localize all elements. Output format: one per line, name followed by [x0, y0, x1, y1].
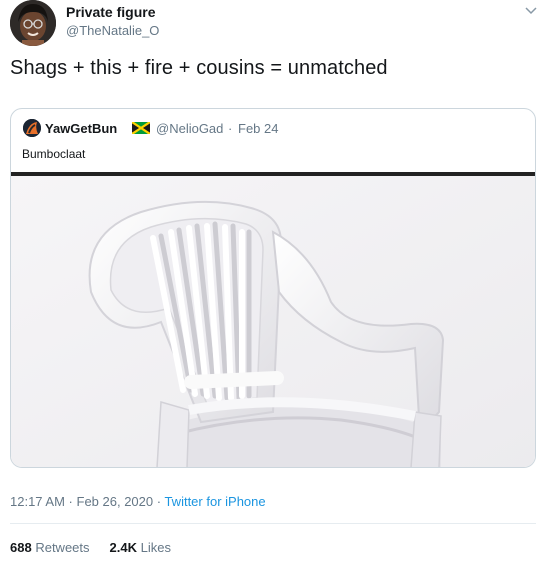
tweet-stats: 688 Retweets 2.4K Likes [10, 540, 171, 555]
retweets-stat[interactable]: 688 Retweets [10, 540, 90, 555]
stats-divider [10, 523, 536, 524]
meta-separator: · [153, 494, 165, 509]
author-name[interactable]: Private figure [66, 4, 155, 20]
tweet-date[interactable]: Feb 26, 2020 [77, 494, 154, 509]
likes-label: Likes [140, 540, 171, 555]
tweet-card: Private figure @TheNatalie_O Shags + thi… [0, 0, 550, 562]
retweets-count: 688 [10, 540, 32, 555]
quoted-tweet[interactable]: YawGetBun @NelioGad · Feb 24 Bumboclaat [10, 108, 536, 468]
chevron-down-icon[interactable] [524, 6, 538, 16]
likes-stat[interactable]: 2.4K Likes [110, 540, 171, 555]
quoted-author-name[interactable]: YawGetBun [45, 121, 117, 136]
quoted-media-image[interactable] [11, 172, 535, 467]
quoted-text: Bumboclaat [22, 147, 86, 161]
meta-separator: · [64, 494, 77, 509]
tweet-source-link[interactable]: Twitter for iPhone [164, 494, 265, 509]
quoted-date[interactable]: Feb 24 [238, 121, 278, 136]
likes-count: 2.4K [109, 540, 137, 555]
white-plastic-chair-icon [11, 176, 535, 467]
quoted-author-handle[interactable]: @NelioGad [156, 121, 223, 136]
author-handle[interactable]: @TheNatalie_O [66, 23, 159, 38]
jamaica-flag-icon [132, 122, 150, 134]
author-avatar[interactable] [10, 0, 56, 46]
tweet-text: Shags + this + fire + cousins = unmatche… [10, 57, 388, 79]
quoted-separator: · [228, 121, 233, 136]
quoted-author-avatar[interactable] [23, 119, 41, 137]
tweet-time[interactable]: 12:17 AM [10, 494, 65, 509]
profile-avatar-icon [10, 0, 56, 46]
retweets-label: Retweets [35, 540, 90, 555]
quoted-avatar-icon [23, 119, 41, 137]
media-top-bar [11, 172, 535, 176]
tweet-meta: 12:17 AM · Feb 26, 2020 · Twitter for iP… [10, 494, 266, 509]
